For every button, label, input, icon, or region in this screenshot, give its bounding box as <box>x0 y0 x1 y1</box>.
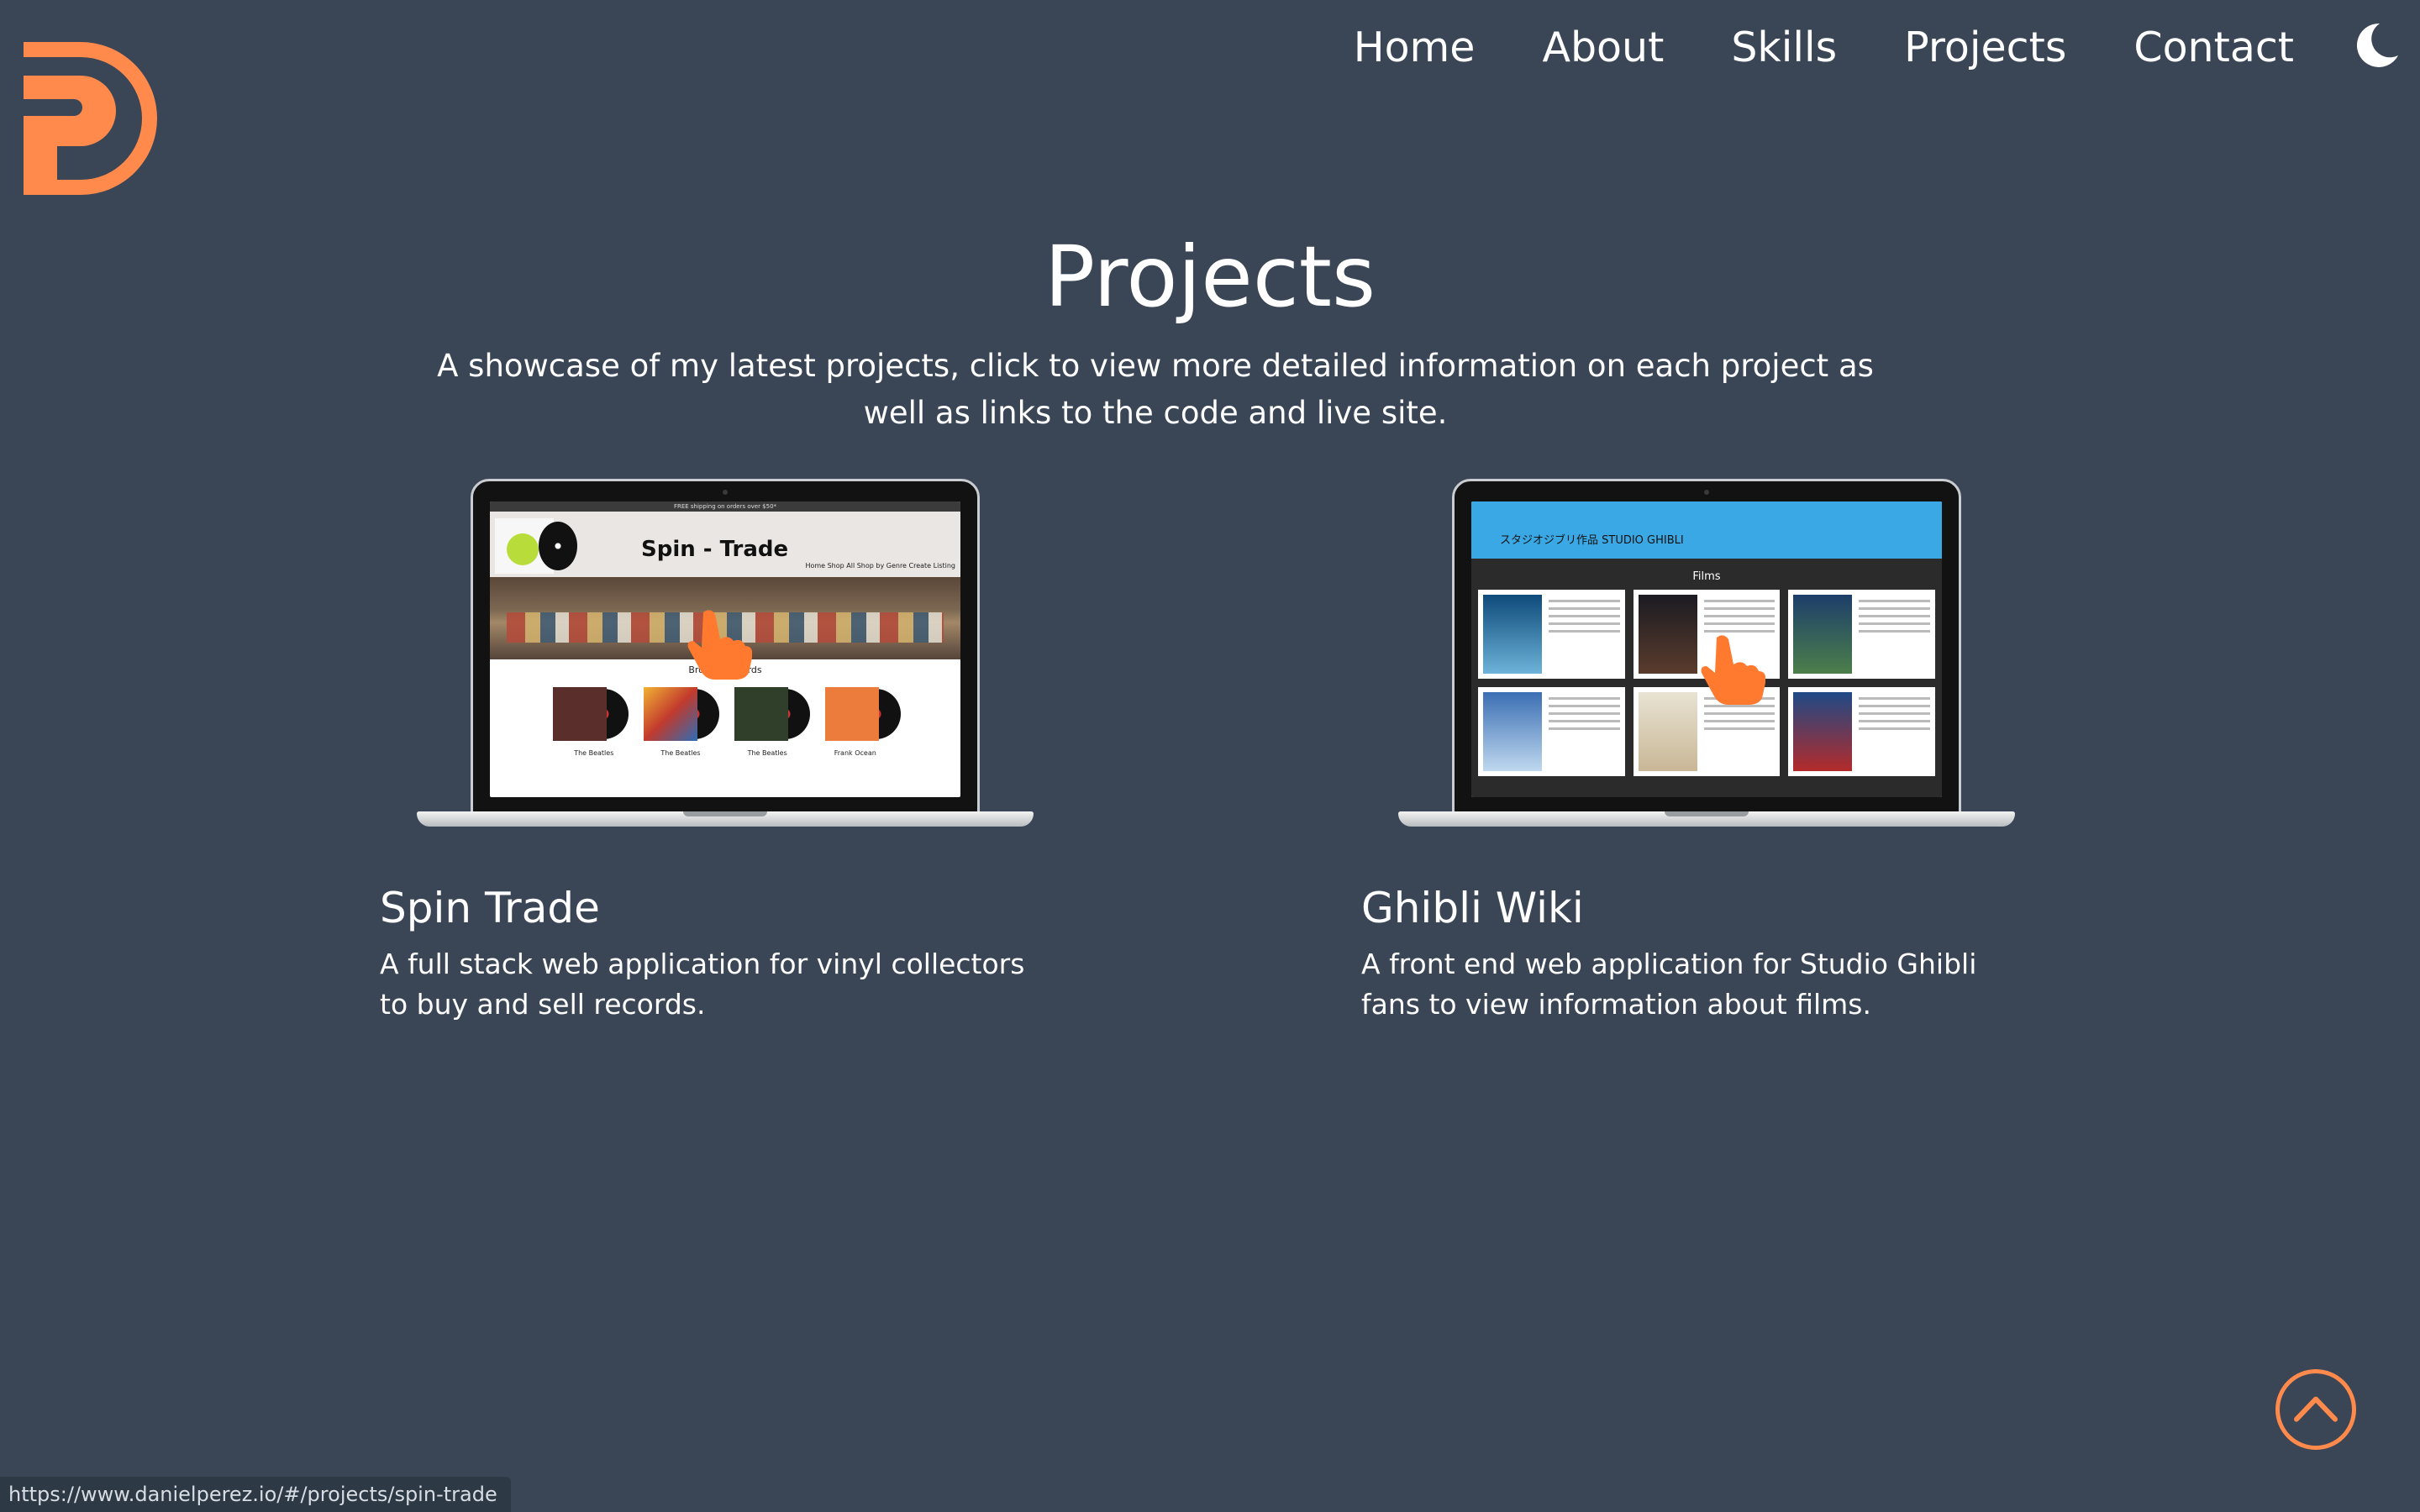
moon-icon[interactable] <box>2354 20 2402 71</box>
page-title: Projects <box>1044 228 1376 326</box>
back-to-top-button[interactable] <box>2275 1369 2356 1450</box>
smiley-icon <box>507 533 539 565</box>
vinyl-record-icon <box>539 522 577 570</box>
nav-skills[interactable]: Skills <box>1731 24 1837 71</box>
project-description: A front end web application for Studio G… <box>1361 948 1977 1021</box>
nav-contact[interactable]: Contact <box>2133 24 2294 71</box>
status-bar-url: https://www.danielperez.io/#/projects/sp… <box>0 1477 511 1512</box>
project-card-ghibli-wiki[interactable]: スタジオジブリ作品 STUDIO GHIBLI Films Ghibli Wik… <box>1361 477 2017 1025</box>
chevron-up-icon <box>2294 1396 2338 1422</box>
pointer-hand-icon <box>687 610 752 680</box>
nav-home[interactable]: Home <box>1354 24 1476 71</box>
main-nav: Home About Skills Projects Contact <box>1354 20 2294 74</box>
nav-projects[interactable]: Projects <box>1904 24 2066 71</box>
pointer-hand-icon <box>1701 635 1765 705</box>
project-card-spin-trade[interactable]: FREE shipping on orders over $50* Spin -… <box>380 477 1035 1025</box>
laptop-mockup: スタジオジブリ作品 STUDIO GHIBLI Films <box>1361 477 2017 838</box>
project-description: A full stack web application for vinyl c… <box>380 948 1025 1021</box>
page-subtitle: A showcase of my latest projects, click … <box>437 348 1874 431</box>
dp-logo-icon[interactable] <box>15 35 160 202</box>
project-title[interactable]: Ghibli Wiki <box>1361 880 2017 936</box>
nav-about[interactable]: About <box>1542 24 1664 71</box>
laptop-mockup: FREE shipping on orders over $50* Spin -… <box>380 477 1035 838</box>
project-title[interactable]: Spin Trade <box>380 880 1035 936</box>
